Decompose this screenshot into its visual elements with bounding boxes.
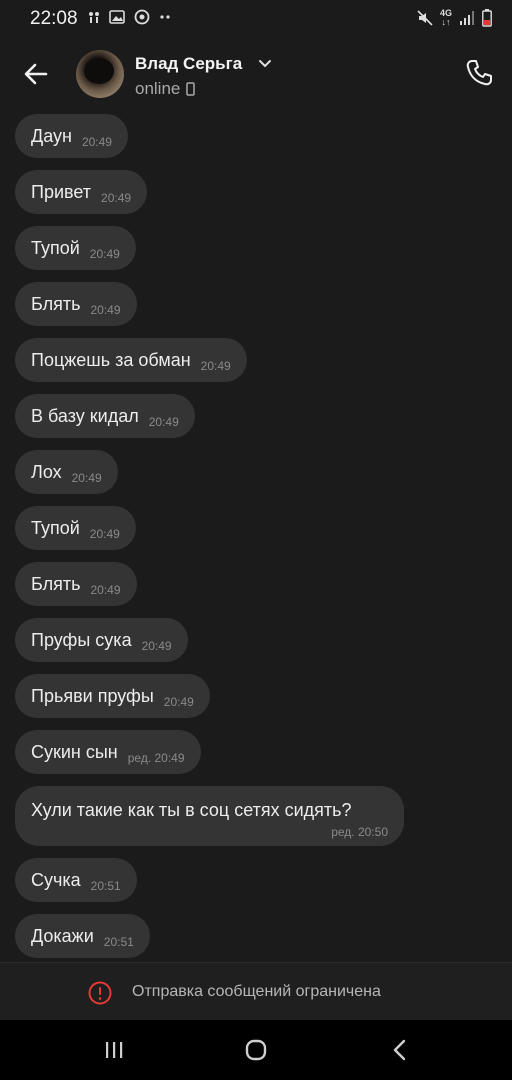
message-time: 20:49 <box>163 695 194 709</box>
message-bubble[interactable]: Тупой 20:49 <box>15 226 136 270</box>
message-bubble[interactable]: Сучка 20:51 <box>15 858 137 902</box>
mute-icon <box>417 10 433 26</box>
message-time: 20:49 <box>90 583 121 597</box>
app-icon <box>134 9 150 25</box>
message-time: 20:49 <box>148 415 179 429</box>
status-bar: 22:08 4G ↓↑ <box>0 0 512 38</box>
contact-status: online <box>135 79 196 99</box>
message-bubble[interactable]: Блять 20:49 <box>15 562 137 606</box>
more-dots-icon <box>160 15 170 19</box>
message-bubble[interactable]: Лох 20:49 <box>15 450 118 494</box>
message-text: В базу кидал <box>31 405 139 426</box>
chat-header: Влад Серьга online <box>0 38 512 110</box>
chevron-down-icon[interactable] <box>258 59 272 69</box>
phone-device-icon <box>186 82 196 96</box>
message-text: Прьяви пруфы <box>31 685 154 706</box>
message-text: Пруфы сука <box>31 629 132 650</box>
message-text: Сучка <box>31 869 81 890</box>
signal-icon <box>89 12 99 23</box>
message-time: ред. 20:50 <box>331 825 388 839</box>
message-bubble[interactable]: В базу кидал 20:49 <box>15 394 195 438</box>
cell-signal-icon <box>460 11 474 25</box>
message-time: ред. 20:49 <box>127 751 185 765</box>
message-bubble[interactable]: Пруфы сука 20:49 <box>15 618 188 662</box>
message-bubble[interactable]: Тупой 20:49 <box>15 506 136 550</box>
message-text: Лох <box>31 461 62 482</box>
network-4g-icon: 4G ↓↑ <box>439 8 452 27</box>
recent-apps-icon[interactable] <box>99 1036 129 1064</box>
message-bubble[interactable]: Докажи 20:51 <box>15 914 150 958</box>
message-time: 20:49 <box>200 359 231 373</box>
message-text: Даун <box>31 125 72 146</box>
message-time: 20:49 <box>141 639 172 653</box>
message-text: Поцжешь за обман <box>31 349 191 370</box>
message-text: Хули такие как ты в соц сетях сидять? <box>31 800 352 820</box>
battery-icon <box>482 9 492 27</box>
status-time: 22:08 <box>30 8 78 29</box>
system-nav-bar <box>0 1020 512 1080</box>
phone-call-icon[interactable] <box>464 58 494 88</box>
message-text: Докажи <box>31 925 94 946</box>
message-text: Блять <box>31 293 81 314</box>
message-time: 20:49 <box>101 191 132 205</box>
message-time: 20:49 <box>71 471 102 485</box>
gallery-icon <box>109 10 125 24</box>
home-icon[interactable] <box>241 1036 271 1064</box>
message-time: 20:49 <box>89 527 120 541</box>
restricted-text: Отправка сообщений ограничена <box>132 983 381 1000</box>
message-time: 20:49 <box>90 303 121 317</box>
restricted-banner: Отправка сообщений ограничена <box>0 962 512 1021</box>
back-icon[interactable] <box>385 1036 415 1064</box>
contact-name[interactable]: Влад Серьга <box>135 54 242 74</box>
message-text: Привет <box>31 181 92 202</box>
avatar[interactable] <box>76 50 124 98</box>
message-time: 20:49 <box>89 247 120 261</box>
message-bubble[interactable]: Хули такие как ты в соц сетях сидять? ре… <box>15 786 404 846</box>
message-bubble[interactable]: Прьяви пруфы 20:49 <box>15 674 210 718</box>
message-text: Сукин сын <box>31 741 118 762</box>
message-text: Тупой <box>31 237 80 258</box>
status-text: online <box>135 79 181 98</box>
message-time: 20:51 <box>103 935 134 949</box>
message-text: Тупой <box>31 517 80 538</box>
message-bubble[interactable]: Блять 20:49 <box>15 282 137 326</box>
message-bubble[interactable]: Поцжешь за обман 20:49 <box>15 338 247 382</box>
message-time: 20:51 <box>90 879 121 893</box>
message-bubble[interactable]: Сукин сын ред. 20:49 <box>15 730 201 774</box>
warning-icon <box>88 981 112 1005</box>
message-bubble[interactable]: Привет 20:49 <box>15 170 148 214</box>
message-bubble[interactable]: Даун 20:49 <box>15 114 128 158</box>
back-arrow-icon[interactable] <box>20 58 52 90</box>
message-time: 20:49 <box>81 135 112 149</box>
message-text: Блять <box>31 573 81 594</box>
